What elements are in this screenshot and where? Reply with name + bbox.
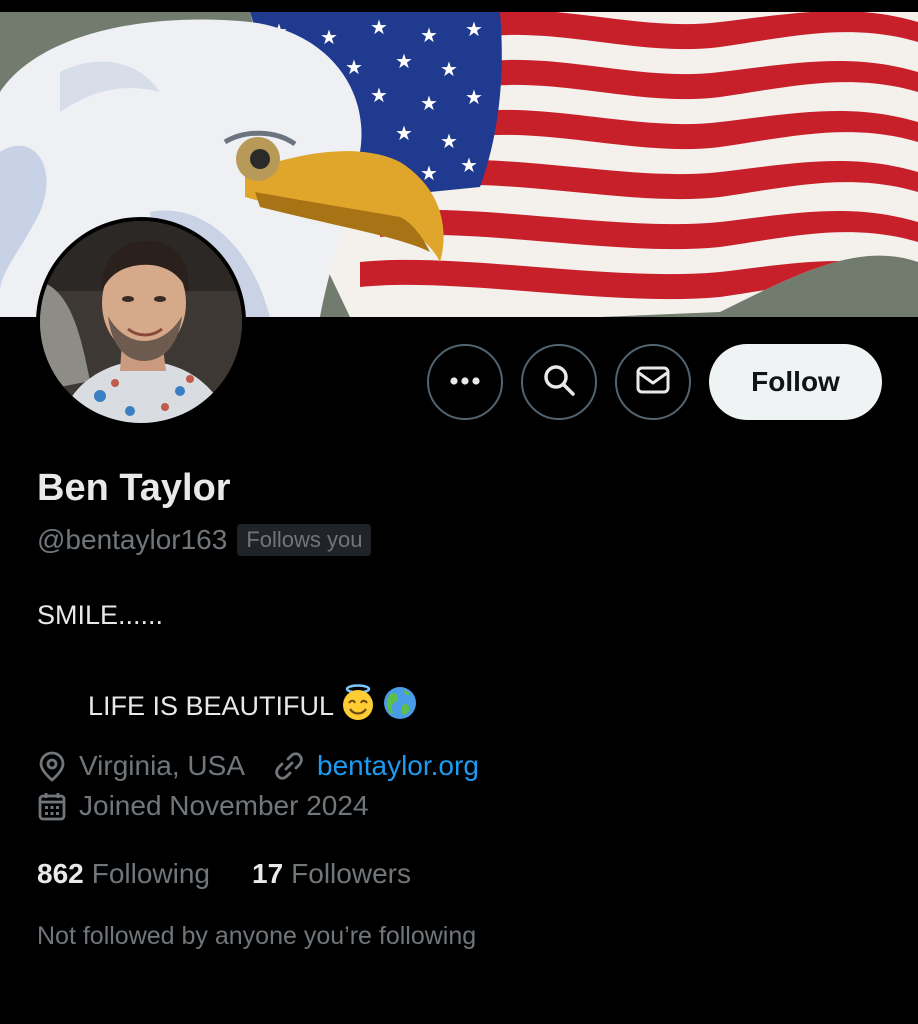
smiling-face-with-halo-icon [340,684,376,729]
profile-display-name: Ben Taylor [37,467,231,509]
following-label: Following [91,858,210,889]
svg-text:★: ★ [420,23,438,47]
svg-text:★: ★ [370,83,388,107]
envelope-icon [636,365,670,400]
svg-text:★: ★ [370,15,388,39]
svg-text:★: ★ [345,55,363,79]
joined-date: Joined November 2024 [79,790,369,821]
profile-avatar[interactable] [36,217,246,427]
followers-stat[interactable]: 17 Followers [252,858,411,890]
social-context-text: Not followed by anyone you’re following [37,922,477,950]
profile-location: Virginia, USA [79,750,246,781]
following-stat[interactable]: 862 Following [37,858,210,890]
follows-you-badge: Follows you [237,524,372,556]
handle-row: @bentaylor163 Follows you [37,520,372,560]
svg-text:★: ★ [440,57,458,81]
search-profile-button[interactable] [521,344,597,420]
avatar-photo [40,221,242,423]
svg-text:★: ★ [420,91,438,115]
svg-text:★: ★ [440,129,458,153]
more-horizontal-icon [449,373,481,391]
followers-label: Followers [291,858,411,889]
status-strip [0,0,918,12]
website-url[interactable]: bentaylor.org [317,750,479,782]
location-link-row: Virginia, USA bentaylor.org [37,750,479,782]
bio-line-2: LIFE IS BEAUTIFUL [88,691,335,721]
svg-text:★: ★ [460,153,478,177]
svg-text:★: ★ [465,17,483,41]
link-icon [273,750,305,782]
following-count: 862 [37,858,84,889]
profile-handle: @bentaylor163 [37,524,228,555]
svg-text:★: ★ [465,85,483,109]
calendar-icon [37,790,67,822]
bio-line-1: SMILE...... [37,600,164,630]
location-pin-icon [37,750,67,782]
joined-row: Joined November 2024 [37,790,369,822]
search-icon [542,363,576,402]
svg-text:★: ★ [395,49,413,73]
svg-text:★: ★ [395,121,413,145]
more-options-button[interactable] [427,344,503,420]
globe-americas-icon [382,685,418,728]
direct-message-button[interactable] [615,344,691,420]
follow-stats: 862 Following 17 Followers [37,858,411,890]
followers-count: 17 [252,858,284,889]
bio-line-2-row: LIFE IS BEAUTIFUL [88,684,418,729]
website-link[interactable]: bentaylor.org [273,750,479,782]
follow-button[interactable]: Follow [709,344,882,420]
svg-text:★: ★ [320,25,338,49]
